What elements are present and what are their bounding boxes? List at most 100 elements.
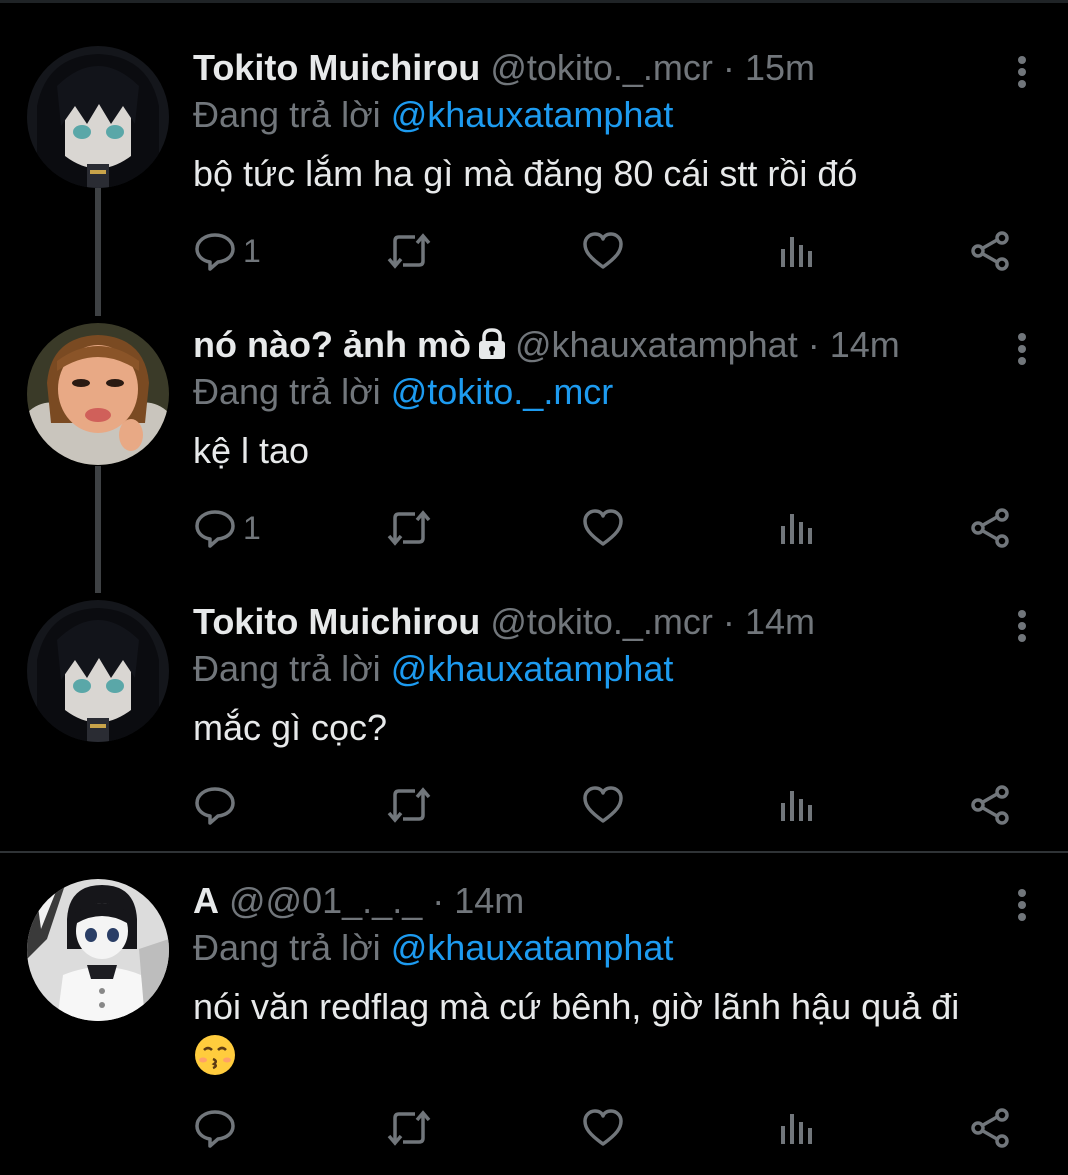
tweet-header: A @@01_._._ · 14m <box>193 879 524 923</box>
like-button[interactable] <box>581 228 625 274</box>
display-name[interactable]: A <box>193 880 219 921</box>
like-icon <box>581 506 625 550</box>
anime-boy-avatar <box>27 46 169 188</box>
lock-icon <box>478 328 505 360</box>
separator-dot: · <box>807 324 820 365</box>
retweet-button[interactable] <box>385 228 433 274</box>
views-icon <box>777 506 817 550</box>
display-name[interactable]: nó nào? ảnh mò <box>193 324 471 365</box>
views-button[interactable] <box>777 1105 817 1151</box>
tweet[interactable]: nó nào? ảnh mò @khauxatamphat · 14m Đang… <box>0 323 1068 563</box>
reply-thread: Tokito Muichirou @tokito._.mcr · 15m Đan… <box>0 0 1068 1175</box>
replying-to: Đang trả lời @khauxatamphat <box>193 93 673 137</box>
share-icon <box>969 229 1013 273</box>
reply-count: 1 <box>243 232 261 269</box>
tweet-text: bộ tức lắm ha gì mà đăng 80 cái stt rồi … <box>193 153 858 194</box>
separator-dot: · <box>722 47 735 88</box>
retweet-icon <box>385 506 433 550</box>
retweet-icon <box>385 1106 433 1150</box>
avatar[interactable] <box>27 46 169 188</box>
tweet[interactable]: Tokito Muichirou @tokito._.mcr · 14m Đan… <box>0 600 1068 840</box>
tweet-actions <box>193 782 1033 828</box>
more-options-icon[interactable] <box>1010 606 1034 646</box>
reply-button[interactable] <box>193 782 243 828</box>
like-button[interactable] <box>581 782 625 828</box>
share-icon <box>969 783 1013 827</box>
separator-dot: · <box>722 601 735 642</box>
replying-to-label: Đang trả lời <box>193 927 381 968</box>
user-handle[interactable]: @khauxatamphat <box>515 324 798 365</box>
reply-icon <box>193 783 237 827</box>
reply-button[interactable]: 1 <box>193 228 261 274</box>
reply-count: 1 <box>243 509 261 546</box>
more-options-icon[interactable] <box>1010 52 1034 92</box>
timestamp[interactable]: 15m <box>745 47 815 88</box>
retweet-icon <box>385 783 433 827</box>
replying-to: Đang trả lời @khauxatamphat <box>193 926 673 970</box>
views-button[interactable] <box>777 505 817 551</box>
anime-boy-avatar <box>27 600 169 742</box>
tweet-text: kệ l tao <box>193 430 310 471</box>
replying-to-label: Đang trả lời <box>193 371 381 412</box>
more-options-icon[interactable] <box>1010 885 1034 925</box>
tweet[interactable]: A @@01_._._ · 14m Đang trả lời @khauxata… <box>0 879 1068 1169</box>
tweet-header: Tokito Muichirou @tokito._.mcr · 15m <box>193 46 815 90</box>
avatar[interactable] <box>27 879 169 1021</box>
tweet-header: nó nào? ảnh mò @khauxatamphat · 14m <box>193 323 900 367</box>
avatar[interactable] <box>27 600 169 742</box>
views-button[interactable] <box>777 782 817 828</box>
like-button[interactable] <box>581 1105 625 1151</box>
tweet-text: mắc gì cọc? <box>193 707 388 748</box>
retweet-button[interactable] <box>385 782 433 828</box>
doll-avatar <box>27 323 169 465</box>
replying-to-label: Đang trả lời <box>193 648 381 689</box>
tweet[interactable]: Tokito Muichirou @tokito._.mcr · 15m Đan… <box>0 46 1068 286</box>
user-handle[interactable]: @tokito._.mcr <box>490 47 713 88</box>
views-icon <box>777 783 817 827</box>
retweet-button[interactable] <box>385 505 433 551</box>
display-name[interactable]: Tokito Muichirou <box>193 601 480 642</box>
mention-link[interactable]: @khauxatamphat <box>391 927 674 968</box>
reply-icon <box>193 229 237 273</box>
display-name[interactable]: Tokito Muichirou <box>193 47 480 88</box>
more-options-icon[interactable] <box>1010 329 1034 369</box>
tweet-text: nói văn redflag mà cứ bênh, giờ lãnh hậu… <box>193 984 1033 1077</box>
like-button[interactable] <box>581 505 625 551</box>
like-icon <box>581 783 625 827</box>
mention-link[interactable]: @khauxatamphat <box>391 94 674 135</box>
divider <box>0 851 1068 853</box>
share-button[interactable] <box>969 1105 1013 1151</box>
top-divider <box>0 0 1068 3</box>
user-handle[interactable]: @@01_._._ <box>229 880 422 921</box>
reply-button[interactable]: 1 <box>193 505 261 551</box>
avatar[interactable] <box>27 323 169 465</box>
timestamp[interactable]: 14m <box>454 880 524 921</box>
replying-to-label: Đang trả lời <box>193 94 381 135</box>
user-handle[interactable]: @tokito._.mcr <box>490 601 713 642</box>
share-icon <box>969 506 1013 550</box>
mention-link[interactable]: @khauxatamphat <box>391 648 674 689</box>
retweet-icon <box>385 229 433 273</box>
share-button[interactable] <box>969 505 1013 551</box>
tweet-actions <box>193 1105 1033 1151</box>
kissing-face-emoji <box>195 1035 235 1076</box>
tweet-header: Tokito Muichirou @tokito._.mcr · 14m <box>193 600 815 644</box>
share-button[interactable] <box>969 228 1013 274</box>
share-button[interactable] <box>969 782 1013 828</box>
timestamp[interactable]: 14m <box>830 324 900 365</box>
mention-link[interactable]: @tokito._.mcr <box>391 371 614 412</box>
manga-avatar <box>27 879 169 1021</box>
share-icon <box>969 1106 1013 1150</box>
like-icon <box>581 229 625 273</box>
reply-icon <box>193 506 237 550</box>
tweet-actions: 1 <box>193 505 1033 551</box>
replying-to: Đang trả lời @tokito._.mcr <box>193 370 613 414</box>
separator-dot: · <box>432 880 445 921</box>
views-icon <box>777 229 817 273</box>
views-icon <box>777 1106 817 1150</box>
reply-icon <box>193 1106 237 1150</box>
retweet-button[interactable] <box>385 1105 433 1151</box>
timestamp[interactable]: 14m <box>745 601 815 642</box>
views-button[interactable] <box>777 228 817 274</box>
reply-button[interactable] <box>193 1105 243 1151</box>
